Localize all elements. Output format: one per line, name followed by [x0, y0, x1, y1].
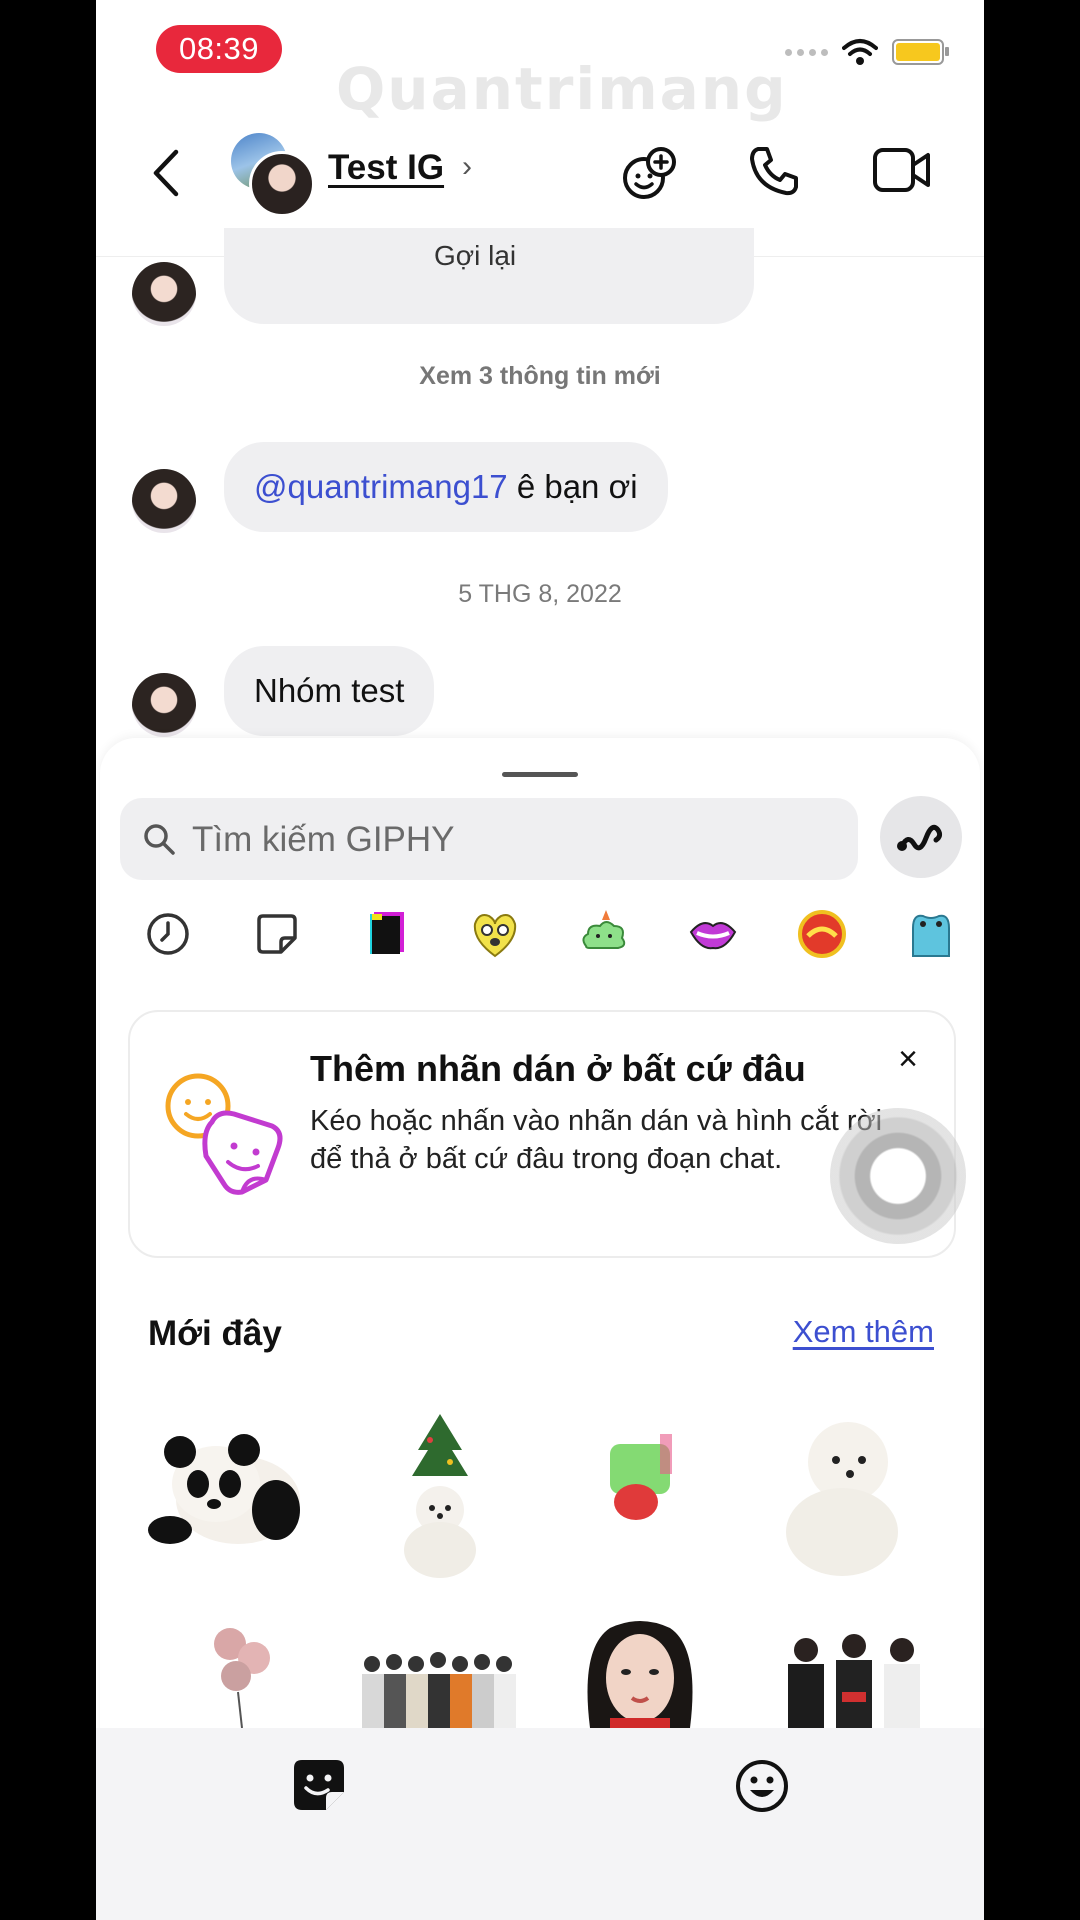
- tip-title: Thêm nhãn dán ở bất cứ đâu: [310, 1048, 806, 1089]
- tip-description: Kéo hoặc nhấn vào nhãn dán và hình cắt r…: [310, 1105, 883, 1175]
- sticker-green-strawberry[interactable]: [590, 1424, 690, 1534]
- sticker-girl-portrait[interactable]: [570, 1618, 710, 1728]
- sticker-panda[interactable]: [146, 1418, 306, 1558]
- squiggle-icon: [897, 824, 943, 851]
- status-icons: [785, 38, 949, 66]
- video-call-icon[interactable]: [872, 145, 932, 195]
- avatar: [132, 469, 196, 533]
- bottom-tab-bar: [96, 1728, 984, 1920]
- battery-icon: [892, 39, 949, 65]
- blue-frog-icon[interactable]: [903, 906, 959, 962]
- purple-lips-icon[interactable]: [685, 906, 741, 962]
- avatar: [132, 262, 196, 326]
- message-text: Gợi lại: [434, 240, 517, 271]
- smiley-sticker-icon: [165, 1073, 283, 1195]
- phone-screen: 08:39 Quantrimang Test IG › Gợi lại Xem …: [96, 0, 984, 1920]
- phone-call-icon[interactable]: [748, 145, 800, 197]
- tip-card: Thêm nhãn dán ở bất cứ đâu Kéo hoặc nhấn…: [128, 1010, 956, 1258]
- sticker-group-photo[interactable]: [358, 1648, 522, 1728]
- black-card-sticker-icon[interactable]: [358, 906, 414, 962]
- back-arrow-icon[interactable]: [148, 148, 184, 198]
- group-avatar[interactable]: [231, 133, 315, 217]
- cutout-button[interactable]: [880, 796, 962, 878]
- yellow-heart-face-icon[interactable]: [467, 906, 523, 962]
- message-bubble[interactable]: Gợi lại: [224, 228, 754, 324]
- search-placeholder: Tìm kiếm GIPHY: [192, 820, 455, 859]
- clock-icon[interactable]: [140, 906, 196, 962]
- sticker-white-puppy[interactable]: [772, 1414, 912, 1578]
- watermark: Quantrimang: [336, 55, 788, 123]
- drag-handle[interactable]: [502, 772, 578, 777]
- giphy-search-input[interactable]: Tìm kiếm GIPHY: [120, 798, 858, 880]
- message-text: Nhóm test: [254, 672, 405, 709]
- mention-link[interactable]: @quantrimang17: [254, 468, 508, 505]
- sticker-category-bar: [120, 906, 960, 976]
- message-text: ê bạn ơi: [507, 468, 638, 505]
- sticker-balloons[interactable]: [208, 1618, 278, 1728]
- red-badge-icon[interactable]: [794, 906, 850, 962]
- close-icon[interactable]: ×: [898, 1040, 918, 1079]
- avatar: [249, 151, 315, 217]
- chevron-right-icon[interactable]: ›: [462, 150, 472, 184]
- sticker-suited-group[interactable]: [776, 1632, 936, 1728]
- avatar: [132, 673, 196, 737]
- recent-section-title: Mới đây: [148, 1314, 282, 1353]
- effects-icon[interactable]: [621, 145, 679, 201]
- see-more-link[interactable]: Xem thêm: [793, 1314, 934, 1350]
- touch-indicator: [830, 1108, 966, 1244]
- date-separator: 5 THG 8, 2022: [458, 580, 622, 608]
- emoji-tab-icon[interactable]: [734, 1758, 790, 1814]
- chat-title[interactable]: Test IG: [328, 148, 444, 188]
- green-cloud-icon[interactable]: [576, 906, 632, 962]
- sticker-row-2: [100, 1618, 980, 1728]
- new-info-notice[interactable]: Xem 3 thông tin mới: [96, 362, 984, 391]
- message-bubble[interactable]: @quantrimang17 ê bạn ơi: [224, 442, 668, 532]
- wifi-icon: [842, 39, 878, 65]
- search-icon: [144, 824, 175, 855]
- status-time: 08:39: [156, 25, 282, 73]
- message-bubble[interactable]: Nhóm test: [224, 646, 435, 736]
- sticker-tab-icon[interactable]: [292, 1758, 346, 1812]
- sticker-icon[interactable]: [249, 906, 305, 962]
- signal-icon: [785, 48, 828, 56]
- sticker-puppy-with-tree[interactable]: [390, 1410, 490, 1580]
